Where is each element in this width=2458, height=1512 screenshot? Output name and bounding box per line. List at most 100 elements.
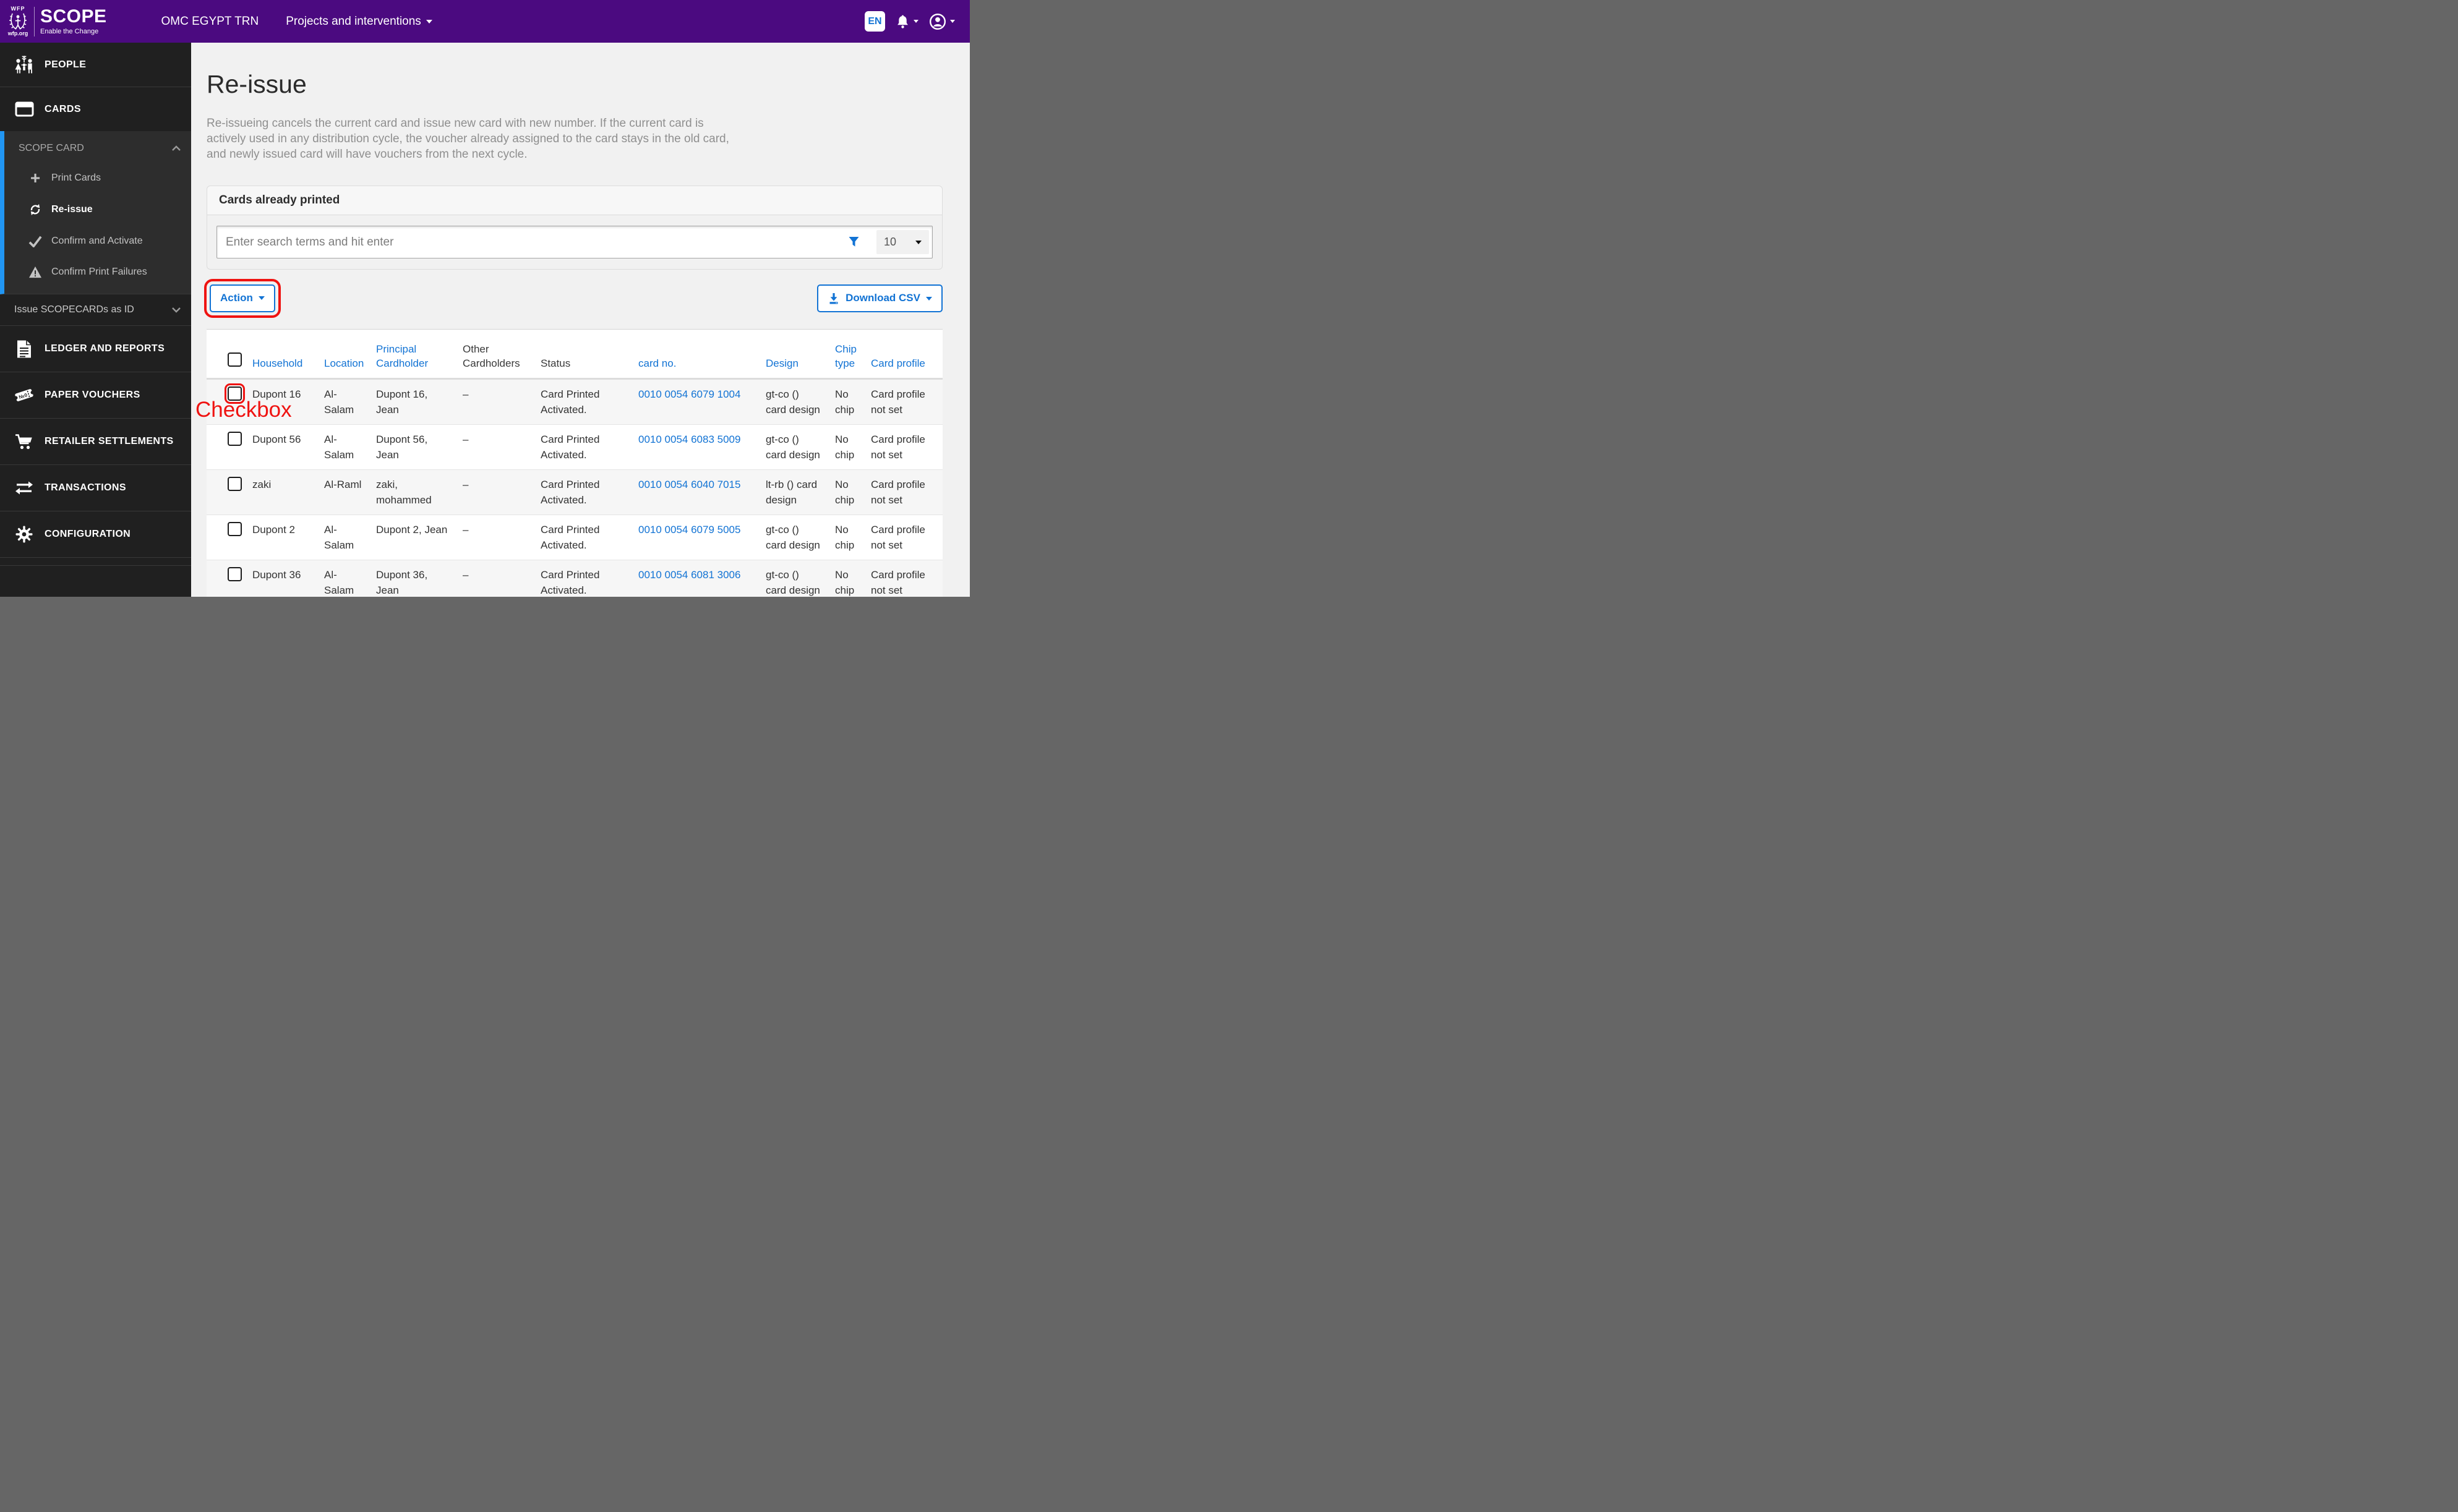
- cell-others: –: [456, 424, 534, 470]
- row-checkbox[interactable]: [225, 383, 245, 404]
- sidebar-item-transactions[interactable]: TRANSACTIONS: [0, 465, 191, 511]
- filter-icon[interactable]: [848, 236, 860, 247]
- action-button[interactable]: Action: [204, 279, 281, 318]
- column-header-household[interactable]: Household: [246, 329, 318, 380]
- card-number-link[interactable]: 0010 0054 6040 7015: [638, 479, 740, 490]
- row-checkbox[interactable]: [228, 567, 242, 581]
- notifications-menu[interactable]: [896, 14, 919, 29]
- main-content: Re-issue Re-issueing cancels the current…: [191, 43, 970, 597]
- chevron-down-icon: [914, 20, 919, 23]
- cell-chip-type: No chip: [829, 424, 865, 470]
- sidebar-item-cards[interactable]: CARDS: [0, 87, 191, 131]
- column-header-location[interactable]: Location: [318, 329, 370, 380]
- table-row: Dupont 2 Al- Salam Dupont 2, Jean – Card…: [207, 515, 943, 560]
- cell-design: gt-co () card design: [760, 424, 829, 470]
- cell-card-profile: Card profile not set: [865, 424, 943, 470]
- column-header-card-no[interactable]: card no.: [632, 329, 760, 380]
- scope-card-group: SCOPE CARD + Print Cards Re-issue Confir…: [0, 131, 191, 294]
- sidebar-item-paper-vouchers[interactable]: №0 PAPER VOUCHERS: [0, 372, 191, 419]
- sidebar-item-label: RETAILER SETTLEMENTS: [45, 436, 174, 446]
- sidebar-item-confirm-print-failures[interactable]: Confirm Print Failures: [4, 257, 191, 288]
- card-number-link[interactable]: 0010 0054 6083 5009: [638, 434, 740, 445]
- wfp-scope-logo[interactable]: WFP wfp.org SCOPE Enable the Change: [7, 6, 107, 36]
- brand-tagline: Enable the Change: [40, 28, 99, 35]
- select-all-checkbox[interactable]: [228, 352, 242, 367]
- sidebar-item-label: PAPER VOUCHERS: [45, 390, 140, 400]
- nav-projects-menu[interactable]: Projects and interventions: [286, 15, 432, 28]
- page-title: Re-issue: [207, 70, 307, 98]
- user-avatar-icon: [929, 13, 946, 30]
- cell-status: Card Printed Activated.: [534, 424, 632, 470]
- cell-design: gt-co () card design: [760, 560, 829, 597]
- sidebar: PEOPLE CARDS SCOPE CARD + Print Cards Re…: [0, 43, 191, 597]
- card-number-link[interactable]: 0010 0054 6081 3006: [638, 569, 740, 581]
- table-row: Dupont 36 Al- Salam Dupont 36, Jean – Ca…: [207, 560, 943, 597]
- column-header-design[interactable]: Design: [760, 329, 829, 380]
- cell-principal: Dupont 36, Jean: [370, 560, 456, 597]
- cell-location: Al- Salam: [318, 560, 370, 597]
- sidebar-item-retailer-settlements[interactable]: RETAILER SETTLEMENTS: [0, 419, 191, 465]
- cell-status: Card Printed Activated.: [534, 378, 632, 425]
- sidebar-item-configuration[interactable]: CONFIGURATION: [0, 511, 191, 558]
- column-header-chip-type[interactable]: Chip type: [829, 329, 865, 380]
- refresh-icon: [27, 203, 43, 216]
- sidebar-item-label: CARDS: [45, 103, 81, 114]
- chevron-up-icon: [171, 145, 181, 152]
- sidebar-item-confirm-activate[interactable]: Confirm and Activate: [4, 226, 191, 257]
- language-badge[interactable]: EN: [865, 11, 885, 32]
- cell-chip-type: No chip: [829, 560, 865, 597]
- sidebar-item-label: TRANSACTIONS: [45, 482, 126, 493]
- people-icon: [12, 54, 36, 75]
- sidebar-item-ledger-reports[interactable]: LEDGER AND REPORTS: [0, 326, 191, 372]
- sidebar-group-scope-card[interactable]: SCOPE CARD: [4, 131, 191, 163]
- transfer-arrows-icon: [12, 480, 36, 496]
- chevron-down-icon: [950, 20, 955, 23]
- chevron-down-icon: [926, 296, 932, 301]
- cell-design: gt-co () card design: [760, 515, 829, 560]
- download-icon: [828, 292, 840, 305]
- cell-design: gt-co () card design: [760, 378, 829, 425]
- check-icon: [27, 235, 43, 247]
- nav-country[interactable]: OMC EGYPT TRN: [161, 15, 259, 28]
- sidebar-item-people[interactable]: PEOPLE: [0, 43, 191, 87]
- cell-card-profile: Card profile not set: [865, 515, 943, 560]
- cell-household: Dupont 56: [246, 424, 318, 470]
- row-checkbox[interactable]: [228, 477, 242, 491]
- cell-household: Dupont 16: [246, 378, 318, 425]
- cell-design: lt-rb () card design: [760, 469, 829, 515]
- bell-icon: [896, 14, 910, 29]
- card-number-link[interactable]: 0010 0054 6079 5005: [638, 524, 740, 536]
- page-size-select[interactable]: 10: [876, 230, 929, 254]
- column-header-principal-cardholder[interactable]: Principal Cardholder: [370, 329, 456, 380]
- cell-location: Al- Salam: [318, 424, 370, 470]
- cell-principal: Dupont 2, Jean: [370, 515, 456, 560]
- card-number-link[interactable]: 0010 0054 6079 1004: [638, 388, 740, 400]
- cell-others: –: [456, 469, 534, 515]
- sidebar-divider: [0, 558, 191, 566]
- page-description: Re-issueing cancels the current card and…: [207, 117, 729, 161]
- cell-card-profile: Card profile not set: [865, 378, 943, 425]
- row-checkbox[interactable]: [228, 522, 242, 536]
- cell-principal: Dupont 16, Jean: [370, 378, 456, 425]
- app-header: WFP wfp.org SCOPE Enable the Change OMC …: [0, 0, 970, 43]
- table-row: Dupont 16 Al- Salam Dupont 16, Jean – Ca…: [207, 378, 943, 425]
- scope-app-window: WFP wfp.org SCOPE Enable the Change OMC …: [0, 0, 970, 597]
- document-icon: [12, 340, 36, 359]
- cell-location: Al-Raml: [318, 469, 370, 515]
- cell-principal: Dupont 56, Jean: [370, 424, 456, 470]
- sidebar-group-issue-scopecards-id[interactable]: Issue SCOPECARDs as ID: [0, 294, 191, 326]
- download-csv-button[interactable]: Download CSV: [817, 284, 943, 312]
- cell-card-profile: Card profile not set: [865, 469, 943, 515]
- cart-icon: [12, 433, 36, 450]
- sidebar-item-re-issue[interactable]: Re-issue: [4, 194, 191, 226]
- brand-title: SCOPE: [40, 6, 107, 27]
- cell-card-profile: Card profile not set: [865, 560, 943, 597]
- wfp-label: WFP: [11, 6, 25, 12]
- top-nav: OMC EGYPT TRN Projects and interventions: [161, 15, 432, 28]
- search-input[interactable]: [216, 226, 933, 258]
- sidebar-item-label: LEDGER AND REPORTS: [45, 343, 165, 354]
- column-header-card-profile[interactable]: Card profile: [865, 329, 943, 380]
- account-menu[interactable]: [929, 13, 955, 30]
- sidebar-item-print-cards[interactable]: + Print Cards: [4, 163, 191, 194]
- row-checkbox[interactable]: [228, 432, 242, 446]
